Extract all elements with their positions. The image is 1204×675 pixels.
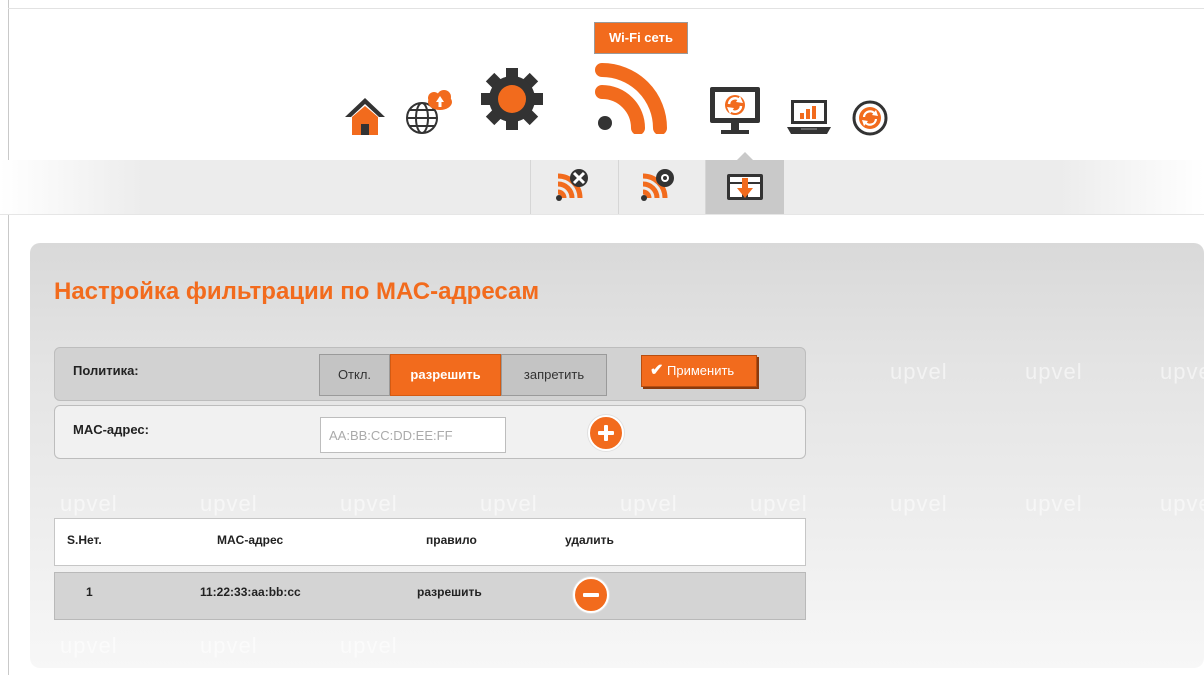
- watermark: upvel: [1025, 491, 1083, 516]
- watermark: upvel: [200, 633, 258, 658]
- watermark: upvel: [890, 359, 948, 384]
- wifi-tooltip: Wi-Fi сеть: [594, 22, 688, 54]
- policy-option-allow[interactable]: разрешить: [390, 354, 501, 396]
- policy-option-off[interactable]: Откл.: [319, 354, 390, 396]
- wifi-icon: [595, 63, 667, 135]
- mac-address-label: MAC-адрес:: [73, 422, 149, 437]
- row-rule: разрешить: [417, 585, 482, 599]
- monitor-refresh-icon: [710, 87, 760, 134]
- watermark: upvel: [1025, 359, 1083, 384]
- watermark: upvel: [60, 633, 118, 658]
- watermark: upvel: [890, 491, 948, 516]
- wifi-settings-icon: [641, 169, 674, 201]
- col-header-rule: правило: [426, 533, 477, 547]
- row-number: 1: [86, 585, 93, 599]
- globe-cloud-icon: [406, 90, 452, 134]
- wifi-tools-icon: [556, 169, 588, 201]
- policy-option-deny[interactable]: запретить: [501, 354, 607, 396]
- nav-settings[interactable]: [478, 66, 546, 132]
- watermark: upvel: [60, 491, 118, 516]
- nav-system[interactable]: [850, 99, 890, 137]
- row-mac-address: 11:22:33:aa:bb:cc: [200, 585, 301, 599]
- subtab-mac-filter[interactable]: [705, 152, 784, 214]
- main-nav: Wi-Fi сеть: [0, 0, 1204, 160]
- add-mac-button[interactable]: [588, 415, 624, 451]
- laptop-chart-icon: [787, 100, 831, 134]
- home-icon: [345, 98, 385, 135]
- watermark: upvel: [750, 491, 808, 516]
- policy-label: Политика:: [73, 363, 139, 378]
- mac-filter-icon: [727, 174, 763, 200]
- mac-table-header: S.Нет. MAC-адрес правило удалить: [54, 518, 806, 566]
- watermark: upvel: [340, 491, 398, 516]
- watermark: upvel: [340, 633, 398, 658]
- apply-button[interactable]: ✔ Применить: [641, 355, 757, 387]
- nav-status[interactable]: [785, 97, 833, 137]
- watermark: upvel: [620, 491, 678, 516]
- watermark: upvel: [1160, 491, 1204, 516]
- apply-button-label: Применить: [667, 363, 735, 378]
- watermark: upvel: [480, 491, 538, 516]
- watermark: upvel: [1160, 359, 1204, 384]
- check-icon: ✔: [650, 362, 664, 379]
- delete-row-button[interactable]: [573, 577, 609, 613]
- subtab-wifi-advanced[interactable]: [618, 160, 697, 214]
- nav-monitor[interactable]: [707, 84, 763, 136]
- gear-icon: [481, 68, 543, 130]
- subtab-wifi-basic[interactable]: [530, 160, 609, 214]
- page-title: Настройка фильтрации по МАС-адресам: [54, 278, 540, 305]
- watermark: upvel: [200, 491, 258, 516]
- mac-address-input[interactable]: [320, 417, 506, 453]
- nav-internet[interactable]: [402, 88, 454, 136]
- power-cycle-icon: [852, 100, 888, 136]
- nav-wifi[interactable]: [594, 56, 674, 135]
- col-header-delete: удалить: [565, 533, 614, 547]
- nav-home[interactable]: [343, 95, 387, 137]
- col-header-mac: MAC-адрес: [217, 533, 284, 547]
- table-row: 1 11:22:33:aa:bb:cc разрешить: [54, 572, 806, 620]
- col-header-number: S.Нет.: [67, 533, 102, 547]
